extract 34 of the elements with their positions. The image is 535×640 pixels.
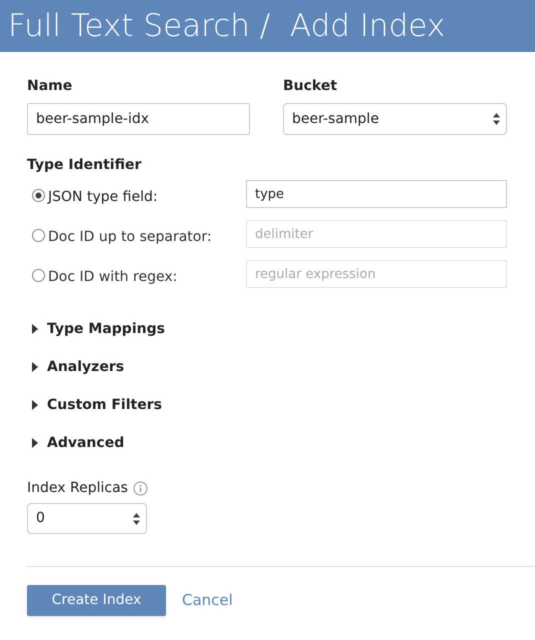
section-title: Analyzers (47, 358, 124, 376)
radio-button[interactable] (32, 269, 45, 282)
info-icon[interactable] (132, 481, 148, 496)
section-title: Custom Filters (47, 396, 162, 414)
field-label: Name (27, 77, 74, 96)
caret-icon (30, 324, 39, 334)
section-label: Type Identifier (27, 156, 142, 175)
radio-label: JSON type field: (48, 189, 158, 205)
replicas-select[interactable]: 0 (27, 503, 147, 534)
radio-button[interactable] (32, 189, 45, 202)
collapsible-section[interactable]: Analyzers (27, 356, 508, 378)
select-arrows-icon (493, 113, 500, 125)
bucket-select[interactable]: beer-sample (283, 103, 507, 135)
collapsible-section[interactable]: Advanced (27, 432, 508, 454)
name-input[interactable]: beer-sample-idx (27, 103, 250, 135)
caret-icon (30, 362, 39, 372)
radio-label: Doc ID with regex: (48, 269, 178, 285)
cancel-link[interactable]: Cancel (182, 589, 233, 612)
section-title: Type Mappings (47, 320, 165, 338)
type-field-input[interactable]: type (246, 180, 507, 208)
collapsible-section[interactable]: Type Mappings (27, 318, 508, 340)
section-title: Advanced (47, 434, 124, 452)
radio-label: Doc ID up to separator: (48, 229, 212, 245)
radio-button[interactable] (32, 229, 45, 242)
type-field-input[interactable]: regular expression (246, 260, 507, 288)
page-title: Full Text Search / Add Index (8, 10, 446, 42)
caret-icon (30, 438, 39, 448)
caret-icon (30, 400, 39, 410)
select-arrows-icon (133, 512, 140, 524)
field-label: Index Replicas (27, 479, 128, 498)
field-label: Bucket (283, 77, 338, 96)
type-field-input[interactable]: delimiter (246, 220, 507, 248)
collapsible-section[interactable]: Custom Filters (27, 394, 508, 416)
create-index-button[interactable]: Create Index (27, 585, 166, 616)
